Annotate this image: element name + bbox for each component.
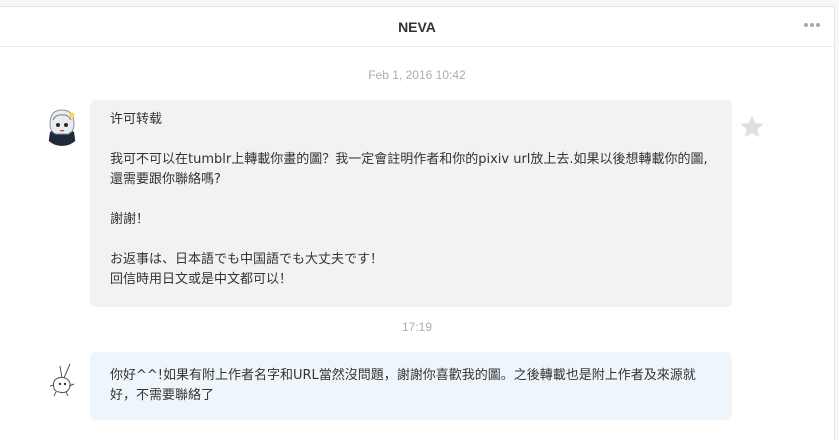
message-paragraph: 謝謝！ — [110, 212, 150, 227]
conversation-title: NEVA — [398, 19, 436, 35]
message-timestamp: Feb 1, 2016 10:42 — [368, 68, 466, 82]
conversation-header: NEVA — [0, 7, 834, 47]
outgoing-message-bubble: 你好^^!如果有附上作者名字和URL當然沒問題，謝謝你喜歡我的圖。之後轉載也是附… — [90, 352, 732, 420]
star-icon[interactable] — [739, 114, 765, 140]
avatar[interactable] — [42, 358, 82, 398]
message-timestamp: 17:19 — [401, 320, 433, 334]
avatar[interactable] — [42, 106, 82, 146]
message-paragraph: 我可不可以在tumblr上轉載你畫的圖？我一定會註明作者和你的pixiv url… — [110, 152, 708, 187]
message-paragraph: 许可转载 — [110, 112, 163, 127]
ellipsis-icon[interactable] — [802, 17, 822, 33]
message-paragraph: 你好^^!如果有附上作者名字和URL當然沒問題，謝謝你喜歡我的圖。之後轉載也是附… — [110, 368, 696, 403]
message-paragraph: お返事は、日本語でも中国語でも大丈夫です！ 回信時用日文或是中文都可以！ — [110, 252, 384, 287]
message-thread-panel: NEVA Feb 1, 2016 10:42 许可转载 我可不可以在tumblr… — [0, 6, 835, 440]
anime-girl-avatar-icon — [42, 106, 82, 146]
incoming-message-bubble: 许可转载 我可不可以在tumblr上轉載你畫的圖？我一定會註明作者和你的pixi… — [90, 100, 732, 307]
sketch-character-avatar-icon — [42, 358, 82, 398]
